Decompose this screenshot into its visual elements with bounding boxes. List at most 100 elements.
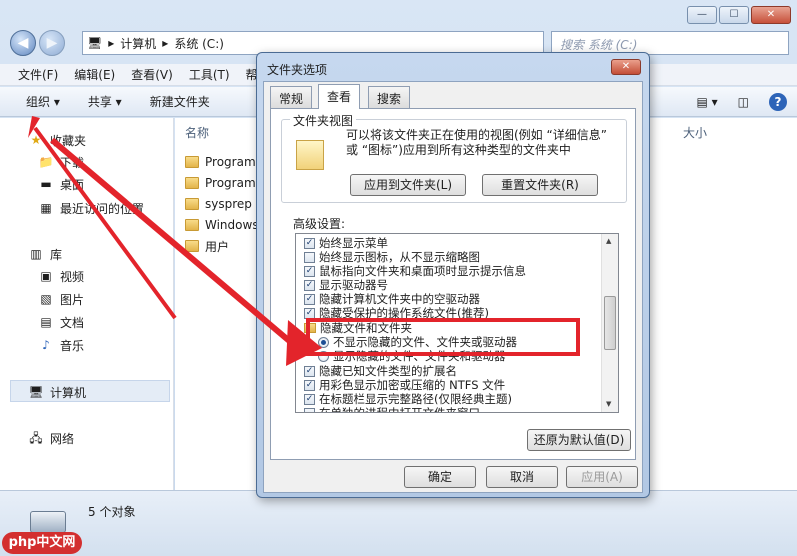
sidebar-label: 最近访问的位置 bbox=[60, 201, 145, 216]
dialog-title: 文件夹选项 bbox=[267, 63, 328, 77]
group-title: 文件夹视图 bbox=[290, 112, 357, 129]
apply-to-folders-button[interactable]: 应用到文件夹(L) bbox=[350, 174, 466, 196]
sidebar-label: 网络 bbox=[50, 431, 75, 446]
preview-pane-icon[interactable]: ◫ bbox=[738, 95, 749, 109]
list-item[interactable]: Windows bbox=[185, 215, 259, 235]
menu-view[interactable]: 查看(V) bbox=[131, 64, 173, 85]
list-item[interactable]: 用户 bbox=[185, 236, 229, 256]
new-folder-button[interactable]: 新建文件夹 bbox=[150, 93, 210, 110]
address-separator: ▸ bbox=[108, 36, 115, 50]
menu-tools[interactable]: 工具(T) bbox=[189, 64, 230, 85]
recent-places-icon: ▦ bbox=[40, 201, 52, 215]
cancel-button[interactable]: 取消 bbox=[486, 466, 558, 488]
scroll-up-icon[interactable]: ▲ bbox=[606, 237, 611, 245]
checkbox-checked[interactable]: ✓ bbox=[304, 293, 315, 305]
help-icon[interactable]: ? bbox=[769, 93, 787, 111]
watermark-logo: php中文网 bbox=[2, 532, 82, 554]
checkbox-checked[interactable]: ✓ bbox=[304, 279, 315, 291]
sidebar-item-network[interactable]: 🖧 网络 bbox=[28, 428, 74, 448]
checkbox-checked[interactable]: ✓ bbox=[304, 365, 315, 377]
sidebar-label: 音乐 bbox=[60, 338, 85, 353]
setting-hide-empty-drives[interactable]: ✓ 隐藏计算机文件夹中的空驱动器 bbox=[304, 292, 480, 306]
sidebar-label: 计算机 bbox=[50, 385, 87, 400]
sidebar-item-computer[interactable]: 🖥 计算机 bbox=[28, 382, 86, 402]
folder-icon bbox=[185, 198, 199, 210]
scrollbar[interactable]: ▲ ▼ bbox=[601, 234, 618, 412]
dialog-close-button[interactable]: ✕ bbox=[611, 59, 641, 75]
group-description: 可以将该文件夹正在使用的视图(例如 “详细信息” 或 “图标”)应用到所有这种类… bbox=[346, 128, 607, 157]
close-button[interactable]: ✕ bbox=[751, 6, 791, 24]
setting-show-drive-letters[interactable]: ✓ 显示驱动器号 bbox=[304, 278, 388, 292]
desktop-icon: ▬ bbox=[40, 177, 52, 191]
checkbox-checked[interactable]: ✓ bbox=[304, 307, 315, 319]
sidebar-item-favorites[interactable]: ★ 收藏夹 bbox=[28, 130, 86, 150]
checkbox-unchecked[interactable] bbox=[304, 251, 315, 263]
file-name: sysprep bbox=[205, 197, 252, 211]
sidebar-item-pictures[interactable]: ▧ 图片 bbox=[38, 289, 84, 309]
music-icon: ♪ bbox=[42, 338, 50, 352]
scroll-down-icon[interactable]: ▼ bbox=[606, 400, 611, 408]
tab-search[interactable]: 搜索 bbox=[368, 86, 411, 108]
checkbox-checked[interactable]: ✓ bbox=[304, 265, 315, 277]
sidebar-item-downloads[interactable]: 📁 下载 bbox=[38, 152, 85, 172]
setting-popup-description[interactable]: ✓ 鼠标指向文件夹和桌面项时显示提示信息 bbox=[304, 264, 526, 278]
view-options-icon[interactable]: ▤ ▾ bbox=[696, 95, 717, 109]
sidebar-item-libraries[interactable]: ▥ 库 bbox=[28, 244, 62, 264]
sidebar-label: 视频 bbox=[60, 269, 85, 284]
setting-color-ntfs[interactable]: ✓ 用彩色显示加密或压缩的 NTFS 文件 bbox=[304, 378, 505, 392]
folder-icon bbox=[185, 240, 199, 252]
breadcrumb-drive[interactable]: 系统 (C:) bbox=[174, 35, 224, 52]
star-icon: ★ bbox=[30, 133, 42, 147]
menu-edit[interactable]: 编辑(E) bbox=[74, 64, 115, 85]
picture-icon: ▧ bbox=[40, 292, 52, 306]
reset-folders-button[interactable]: 重置文件夹(R) bbox=[482, 174, 598, 196]
sidebar-item-desktop[interactable]: ▬ 桌面 bbox=[38, 174, 84, 194]
checkbox-unchecked[interactable] bbox=[304, 407, 315, 412]
folder-icon bbox=[185, 177, 199, 189]
scroll-thumb[interactable] bbox=[604, 296, 616, 350]
sidebar-label: 库 bbox=[50, 247, 63, 262]
list-item[interactable]: Program bbox=[185, 173, 256, 193]
organize-button[interactable]: 组织 ▾ bbox=[26, 93, 60, 110]
ok-button[interactable]: 确定 bbox=[404, 466, 476, 488]
back-button[interactable]: ◀ bbox=[10, 30, 36, 56]
minimize-button[interactable]: — bbox=[687, 6, 717, 24]
checkbox-checked[interactable]: ✓ bbox=[304, 379, 315, 391]
tab-view[interactable]: 查看 bbox=[318, 84, 361, 109]
checkbox-checked[interactable]: ✓ bbox=[304, 393, 315, 405]
folder-view-icon bbox=[296, 140, 324, 170]
setting-hide-extensions[interactable]: ✓ 隐藏已知文件类型的扩展名 bbox=[304, 364, 457, 378]
list-item[interactable]: Program bbox=[185, 152, 256, 172]
checkbox-checked[interactable]: ✓ bbox=[304, 237, 315, 249]
setting-separate-process[interactable]: 在单独的进程中打开文件夹窗口 bbox=[304, 406, 480, 412]
sidebar-item-recent[interactable]: ▦ 最近访问的位置 bbox=[38, 198, 144, 218]
setting-full-path-title[interactable]: ✓ 在标题栏显示完整路径(仅限经典主题) bbox=[304, 392, 512, 406]
forward-button[interactable]: ▶ bbox=[39, 30, 65, 56]
list-item[interactable]: sysprep bbox=[185, 194, 252, 214]
menu-file[interactable]: 文件(F) bbox=[18, 64, 58, 85]
folder-icon bbox=[185, 219, 199, 231]
column-header-size[interactable]: 大小 bbox=[683, 124, 707, 141]
details-pane: 5 个对象 bbox=[0, 490, 797, 556]
tab-general[interactable]: 常规 bbox=[270, 86, 313, 108]
folder-icon bbox=[185, 156, 199, 168]
network-icon: 🖧 bbox=[29, 431, 43, 445]
share-button[interactable]: 共享 ▾ bbox=[88, 93, 122, 110]
column-header-name[interactable]: 名称 bbox=[185, 124, 209, 141]
file-name: Windows bbox=[205, 218, 259, 232]
sidebar-item-music[interactable]: ♪ 音乐 bbox=[38, 335, 84, 355]
setting-always-show-icons[interactable]: 始终显示图标，从不显示缩略图 bbox=[304, 250, 480, 264]
window-controls: — ☐ ✕ bbox=[687, 6, 791, 24]
computer-icon: 🖥 bbox=[87, 36, 103, 50]
library-icon: ▥ bbox=[30, 247, 42, 261]
sidebar-item-videos[interactable]: ▣ 视频 bbox=[38, 266, 84, 286]
item-count: 5 个对象 bbox=[88, 505, 136, 519]
setting-always-show-menus[interactable]: ✓ 始终显示菜单 bbox=[304, 236, 388, 250]
restore-defaults-button[interactable]: 还原为默认值(D) bbox=[527, 429, 631, 451]
folder-views-group: 文件夹视图 可以将该文件夹正在使用的视图(例如 “详细信息” 或 “图标”)应用… bbox=[281, 112, 627, 203]
sidebar-item-documents[interactable]: ▤ 文档 bbox=[38, 312, 84, 332]
apply-button[interactable]: 应用(A) bbox=[566, 466, 638, 488]
breadcrumb-computer[interactable]: 计算机 bbox=[120, 35, 156, 52]
maximize-button[interactable]: ☐ bbox=[719, 6, 749, 24]
address-separator: ▸ bbox=[162, 36, 169, 50]
